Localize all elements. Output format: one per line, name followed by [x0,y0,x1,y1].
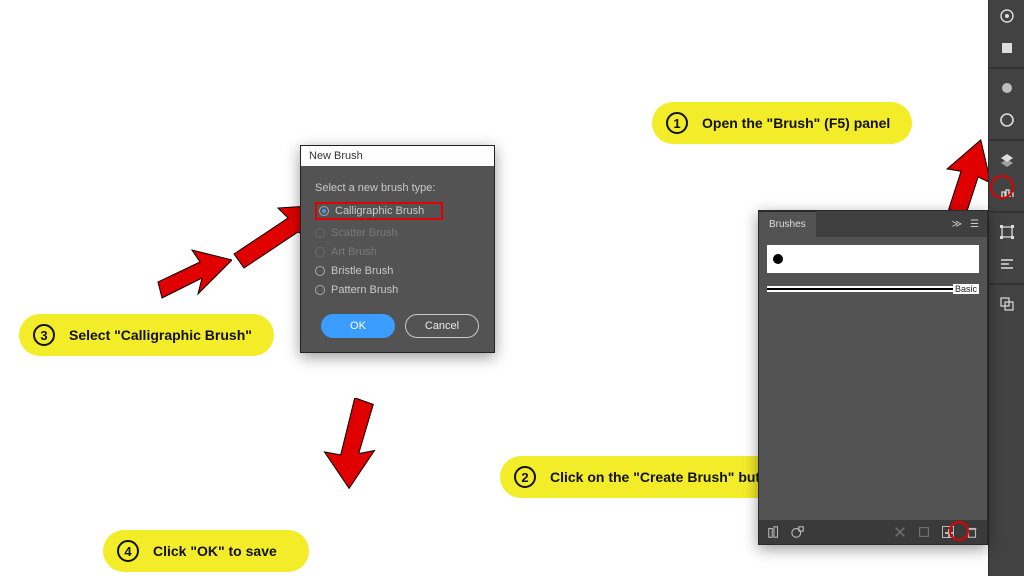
layers-panel-icon[interactable] [993,146,1021,174]
panel-menu-icon[interactable]: ☰ [970,219,979,230]
remove-stroke-icon[interactable] [893,525,907,539]
callout-text: Click "OK" to save [153,543,277,559]
radio-calligraphic[interactable]: Calligraphic Brush [315,202,443,220]
brushes-tab[interactable]: Brushes [759,211,816,237]
brush-swatch-row[interactable] [767,245,979,273]
radio-icon [315,266,325,276]
dialog-titlebar[interactable]: New Brush [301,146,494,166]
callout-1: 1 Open the "Brush" (F5) panel [652,102,912,144]
highlight-brushes-icon [990,175,1014,199]
new-brush-dialog: New Brush Select a new brush type: Calli… [300,145,495,353]
callout-number: 1 [666,112,688,134]
align-panel-icon[interactable] [993,250,1021,278]
dialog-title: New Brush [309,150,363,162]
radio-icon [315,228,325,238]
highlight-create-brush [949,521,969,541]
basic-brush-label: Basic [953,284,979,294]
libraries-panel-icon[interactable] [993,34,1021,62]
basic-brush-row[interactable]: Basic [767,281,979,297]
radio-art: Art Brush [315,246,480,258]
callout-3: 3 Select "Calligraphic Brush" [19,314,274,356]
radio-label: Pattern Brush [331,284,398,296]
pathfinder-panel-icon[interactable] [993,290,1021,318]
properties-panel-icon[interactable] [993,2,1021,30]
callout-text: Click on the "Create Brush" button [550,469,782,485]
brush-library-icon[interactable] [767,525,781,539]
arrow-from-step3 [152,238,232,308]
collapse-panel-icon[interactable]: ≫ [952,219,962,230]
radio-icon [315,247,325,257]
callout-number: 4 [117,540,139,562]
radio-icon [319,206,329,216]
dialog-prompt: Select a new brush type: [315,182,480,194]
callout-number: 3 [33,324,55,346]
radio-bristle[interactable]: Bristle Brush [315,265,480,277]
callout-number: 2 [514,466,536,488]
brush-type-radio-group: Calligraphic Brush Scatter Brush Art Bru… [315,202,480,296]
cancel-button[interactable]: Cancel [405,314,479,338]
radio-label: Art Brush [331,246,377,258]
options-icon[interactable] [917,525,931,539]
callout-4: 4 Click "OK" to save [103,530,309,572]
radio-label: Scatter Brush [331,227,398,239]
brushes-panel-icon[interactable] [993,178,1021,206]
arrow-from-ok [318,398,388,490]
libraries-icon[interactable] [791,525,805,539]
right-panel-dock [988,0,1024,576]
radio-icon [315,285,325,295]
radio-pattern[interactable]: Pattern Brush [315,284,480,296]
transform-panel-icon[interactable] [993,218,1021,246]
round-brush-swatch[interactable] [773,254,783,264]
arrow-to-brushes-panel-icon [944,138,994,216]
panel-header: Brushes ≫ ☰ [759,211,987,237]
color-panel-icon[interactable] [993,74,1021,102]
ok-button[interactable]: OK [321,314,395,338]
brushes-panel: Brushes ≫ ☰ Basic [758,210,988,545]
callout-text: Select "Calligraphic Brush" [69,327,252,343]
radio-scatter: Scatter Brush [315,227,480,239]
basic-brush-stroke [767,286,953,292]
callout-text: Open the "Brush" (F5) panel [702,115,890,131]
swatches-panel-icon[interactable] [993,106,1021,134]
radio-label: Bristle Brush [331,265,393,277]
radio-label: Calligraphic Brush [335,205,424,217]
